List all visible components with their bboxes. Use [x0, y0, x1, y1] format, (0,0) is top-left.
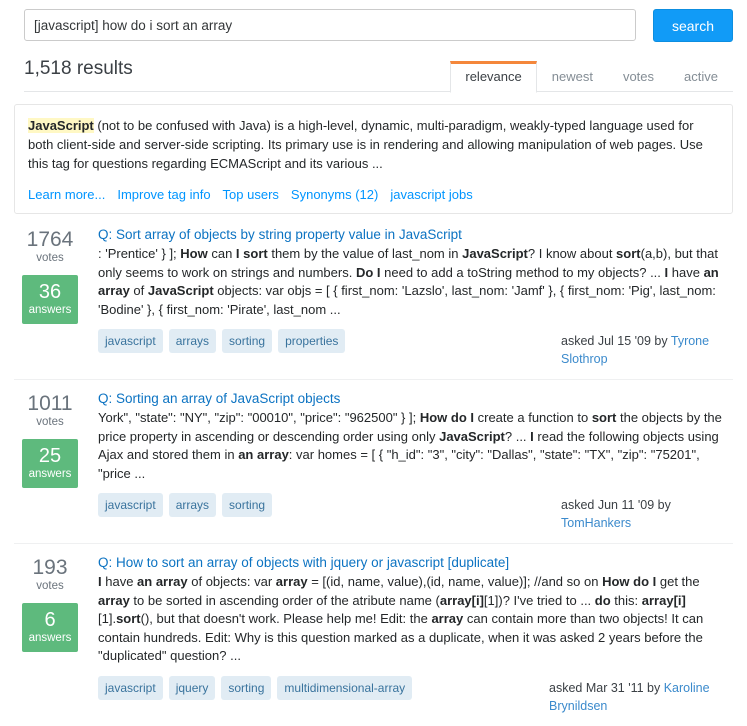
result-meta: javascript arrays sorting properties asked J…: [98, 329, 733, 368]
tab-newest[interactable]: newest: [537, 61, 608, 92]
result-stats: 1764 votes 36 answers: [14, 226, 86, 368]
tag-chip[interactable]: javascript: [98, 329, 163, 353]
votes-count: 1764: [26, 228, 74, 251]
tag-description: JavaScript (not to be confused with Java…: [28, 116, 719, 173]
result-meta: javascript arrays sorting asked Jun 11 '09 …: [98, 493, 733, 532]
answers-count: 25: [38, 445, 62, 467]
tag-chip[interactable]: multidimensional-array: [277, 675, 413, 700]
results-header: 1,518 results relevance newest votes act…: [24, 54, 733, 93]
result-item: 193 votes 6 answers Q: How to sort an array …: [14, 543, 733, 726]
tag-chip[interactable]: sorting: [222, 493, 273, 517]
results-list: 1764 votes 36 answers Q: Sort array of objec…: [14, 214, 733, 726]
tag-chip[interactable]: arrays: [168, 493, 217, 517]
result-tags: javascript arrays sorting properties: [98, 329, 561, 353]
search-input[interactable]: [24, 9, 636, 41]
tab-active[interactable]: active: [669, 61, 733, 92]
result-excerpt: : 'Prentice' } ]; How can I sort them by…: [98, 246, 719, 317]
tag-chip[interactable]: javascript: [98, 493, 163, 517]
answers-badge: 25 answers: [22, 439, 78, 488]
tag-links: Learn more... Improve tag info Top users Sy…: [28, 187, 719, 202]
result-item: 1011 votes 25 answers Q: Sorting an array of…: [14, 379, 733, 543]
tab-votes[interactable]: votes: [608, 61, 669, 92]
tag-chip[interactable]: sorting: [221, 675, 272, 700]
result-title-link[interactable]: Q: Sorting an array of JavaScript object…: [98, 390, 733, 408]
result-summary: Q: Sort array of objects by string prope…: [86, 226, 733, 368]
asked-user-link[interactable]: TomHankers: [561, 516, 631, 530]
result-title-link[interactable]: Q: Sort array of objects by string prope…: [98, 226, 733, 244]
votes-label: votes: [36, 416, 64, 428]
result-stats: 1011 votes 25 answers: [14, 390, 86, 532]
tag-chip[interactable]: jquery: [168, 675, 216, 700]
tag-chip[interactable]: properties: [278, 329, 346, 353]
asked-info: asked Jul 15 '09 by Tyrone Slothrop: [561, 329, 733, 368]
votes-count: 1011: [27, 392, 73, 415]
answers-label: answers: [28, 468, 72, 480]
result-item: 1764 votes 36 answers Q: Sort array of objec…: [14, 214, 733, 379]
answers-count: 36: [38, 281, 62, 303]
sort-tabs: relevance newest votes active: [450, 61, 733, 93]
link-javascript-jobs[interactable]: javascript jobs: [390, 187, 472, 202]
result-tags: javascript arrays sorting: [98, 493, 561, 517]
link-top-users[interactable]: Top users: [223, 187, 279, 202]
result-title-link[interactable]: Q: How to sort an array of objects with …: [98, 554, 733, 572]
asked-info: asked Mar 31 '11 by Karoline Brynildsen: [549, 676, 733, 715]
search-results-page: search 1,518 results relevance newest vo…: [0, 0, 747, 713]
search-bar: search: [0, 0, 747, 42]
tag-chip[interactable]: arrays: [168, 329, 217, 353]
result-excerpt: York", "state": "NY", "zip": "00010", "p…: [98, 410, 722, 481]
answers-badge: 6 answers: [22, 603, 78, 652]
votes-label: votes: [36, 580, 64, 592]
tag-chip[interactable]: javascript: [98, 675, 163, 700]
link-improve-tag-info[interactable]: Improve tag info: [117, 187, 210, 202]
votes-count: 193: [32, 556, 68, 579]
result-excerpt: I have an array of objects: var array = …: [98, 574, 704, 663]
answers-badge: 36 answers: [22, 275, 78, 324]
asked-date: asked Mar 31 '11 by: [549, 680, 664, 695]
result-summary: Q: Sorting an array of JavaScript object…: [86, 390, 733, 532]
tag-description-text: (not to be confused with Java) is a high…: [28, 118, 703, 171]
link-synonyms[interactable]: Synonyms (12): [291, 187, 378, 202]
tag-chip[interactable]: sorting: [222, 329, 273, 353]
tag-name-highlight: JavaScript: [28, 118, 94, 133]
asked-date: asked Jul 15 '09 by: [561, 334, 671, 348]
search-button[interactable]: search: [653, 9, 733, 42]
votes-label: votes: [36, 252, 64, 264]
result-stats: 193 votes 6 answers: [14, 554, 86, 715]
result-summary: Q: How to sort an array of objects with …: [86, 554, 733, 715]
result-tags: javascript jquery sorting multidimensional-…: [98, 675, 549, 700]
asked-date: asked Jun 11 '09 by: [561, 498, 671, 512]
answers-count: 6: [44, 609, 56, 631]
answers-label: answers: [28, 304, 72, 316]
tag-info-box: JavaScript (not to be confused with Java…: [14, 104, 733, 214]
link-learn-more[interactable]: Learn more...: [28, 187, 105, 202]
asked-info: asked Jun 11 '09 by TomHankers: [561, 493, 733, 532]
answers-label: answers: [28, 632, 72, 644]
result-meta: javascript jquery sorting multidimensional-…: [98, 675, 733, 715]
tab-relevance[interactable]: relevance: [450, 61, 537, 93]
results-count: 1,518 results: [24, 58, 133, 79]
